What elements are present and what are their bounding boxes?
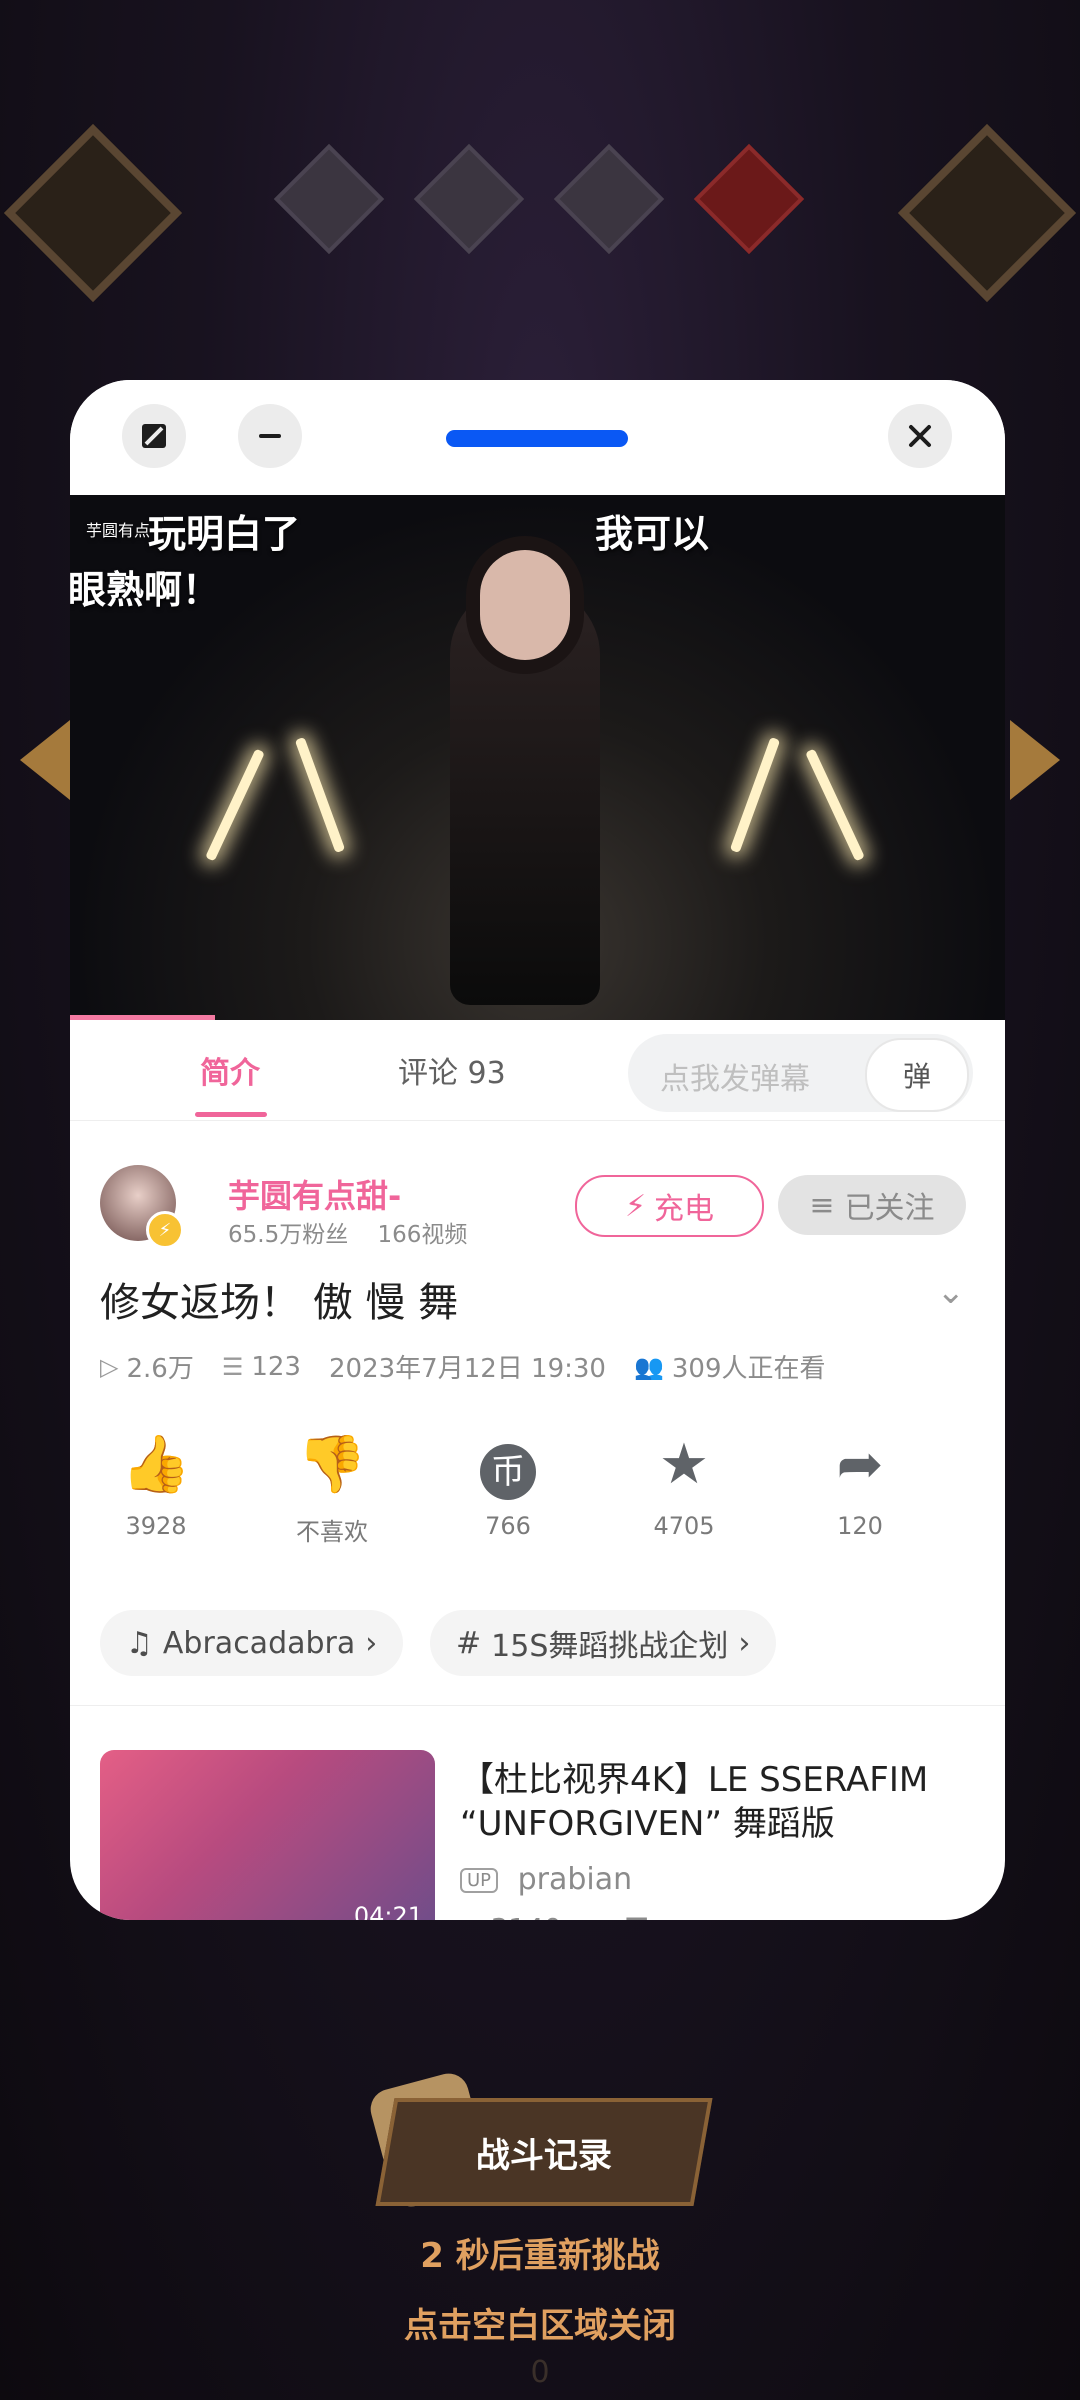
drag-handle[interactable] (446, 430, 628, 447)
close-icon (909, 425, 931, 447)
thumbs-up-icon: 👍 (121, 1432, 191, 1497)
topic-tag[interactable]: # 15S舞蹈挑战企划 › (430, 1610, 777, 1676)
danmaku-icon: 弹 (902, 1060, 931, 1093)
bottom-counter: 0 (530, 2355, 550, 2390)
recommended-video[interactable]: 04:21 【杜比视界4K】LE SSERAFIM “UNFORGIVEN” 舞… (100, 1750, 975, 1920)
chevron-right-icon: › (738, 1625, 751, 1661)
danmaku-text: 眼熟啊！ (70, 568, 221, 612)
danmaku-text: 玩明白了 (148, 512, 301, 556)
recommended-title[interactable]: 【杜比视界4K】LE SSERAFIM “UNFORGIVEN” 舞蹈版 (460, 1758, 980, 1846)
share-arrow-icon: ➦ (836, 1432, 884, 1497)
thumbs-down-icon: 👎 (297, 1432, 367, 1497)
chevron-down-icon[interactable]: ⌄ (937, 1272, 966, 1312)
video-watermark: 芋圆有点 (86, 521, 151, 540)
like-button[interactable]: 👍 3928 (86, 1430, 226, 1540)
share-count: 120 (837, 1512, 883, 1540)
view-count: ▷ 2.6万 (100, 1348, 194, 1385)
video-subject-head (480, 550, 570, 660)
dislike-button[interactable]: 👎 不喜欢 (262, 1430, 402, 1547)
music-note-icon: ♫ (126, 1625, 153, 1661)
tabs-row: 简介 评论 93 点我发弹幕 弹 (70, 1020, 1005, 1121)
danmaku-count-value: 123 (251, 1351, 301, 1382)
coin-button[interactable]: 币 766 (438, 1430, 578, 1540)
watching-count: 👥 309人正在看 (634, 1348, 826, 1385)
close-button[interactable] (888, 404, 952, 468)
tab-intro[interactable]: 简介 (200, 1048, 260, 1092)
danmaku-list-icon: ☰ (624, 1912, 649, 1920)
video-player[interactable]: 芋圆有点 玩明白了 我可以 眼熟啊！ (70, 495, 1005, 1020)
scene-light (805, 748, 865, 862)
like-count: 3928 (125, 1512, 187, 1540)
danmaku-input[interactable]: 点我发弹幕 弹 (628, 1034, 973, 1112)
divider (70, 1705, 1005, 1706)
uploader-name: prabian (517, 1862, 633, 1897)
charge-label: 充电 (654, 1192, 715, 1227)
scene-light (729, 736, 781, 854)
watching-count-value: 309人正在看 (671, 1354, 826, 1384)
video-thumbnail[interactable]: 04:21 (100, 1750, 435, 1920)
scene-light (205, 748, 265, 862)
recommended-stats: ▷ 3140 ☰ - (460, 1912, 668, 1920)
charge-button[interactable]: ⚡ 充电 (575, 1175, 764, 1237)
video-meta: ▷ 2.6万 ☰ 123 2023年7月12日 19:30 👥 309人正在看 (100, 1348, 826, 1385)
view-count-value: 2.6万 (126, 1354, 194, 1384)
tab-indicator (195, 1112, 267, 1117)
close-hint[interactable]: 点击空白区域关闭 (0, 2298, 1080, 2347)
follow-label: 已关注 (844, 1191, 935, 1226)
coin-count: 766 (485, 1512, 531, 1540)
recommended-danmaku: - (658, 1912, 668, 1920)
fullscreen-button[interactable] (122, 404, 186, 468)
retry-countdown: 2 秒后重新挑战 (420, 2236, 660, 2276)
coin-icon: 币 (480, 1444, 536, 1500)
star-icon: ★ (658, 1432, 710, 1497)
left-arrow-icon (20, 720, 70, 800)
lightning-badge-icon: ⚡ (146, 1211, 184, 1249)
danmaku-placeholder: 点我发弹幕 (660, 1062, 810, 1097)
video-count: 166视频 (377, 1222, 468, 1248)
play-icon: ▷ (460, 1912, 482, 1920)
dislike-label: 不喜欢 (296, 1518, 368, 1546)
recommended-uploader: UP prabian (460, 1862, 632, 1897)
menu-icon: ≡ (809, 1187, 835, 1223)
follower-count: 65.5万粉丝 (228, 1222, 349, 1248)
expand-icon (142, 424, 166, 448)
topic-tag-label: 15S舞蹈挑战企划 (491, 1629, 729, 1664)
publish-date: 2023年7月12日 19:30 (328, 1354, 606, 1384)
video-duration: 04:21 (353, 1902, 423, 1920)
author-name[interactable]: 芋圆有点甜- (228, 1171, 401, 1217)
tab-comments[interactable]: 评论 93 (398, 1048, 506, 1092)
danmaku-list-icon: ☰ (221, 1352, 244, 1381)
favorite-button[interactable]: ★ 4705 (614, 1430, 754, 1540)
people-icon: 👥 (633, 1352, 664, 1381)
recommended-views: 3140 (490, 1912, 561, 1920)
hashtag-icon: # (456, 1625, 482, 1661)
music-tag-label: Abracadabra (162, 1625, 356, 1661)
action-bar: 👍 3928 👎 不喜欢 币 766 ★ 4705 ➦ 120 (70, 1430, 1005, 1570)
battle-record-label: 战斗记录 (476, 2135, 612, 2176)
battle-record-button[interactable]: 战斗记录 (375, 2098, 713, 2206)
danmaku-text: 我可以 (595, 512, 710, 556)
scene-light (294, 736, 346, 854)
danmaku-count: ☰ 123 (222, 1348, 301, 1385)
play-icon: ▷ (100, 1352, 119, 1381)
chevron-right-icon: › (365, 1625, 378, 1661)
window-title-bar[interactable] (70, 380, 1005, 495)
floating-video-window: 芋圆有点 玩明白了 我可以 眼熟啊！ 简介 评论 93 点我发弹幕 弹 ⚡ 芋圆… (70, 380, 1005, 1920)
follow-button[interactable]: ≡ 已关注 (778, 1175, 966, 1235)
minimize-button[interactable] (238, 404, 302, 468)
author-stats: 65.5万粉丝 166视频 (228, 1215, 467, 1249)
danmaku-toggle-button[interactable]: 弹 (865, 1038, 969, 1112)
minus-icon (259, 434, 281, 438)
music-tag[interactable]: ♫ Abracadabra › (100, 1610, 404, 1676)
video-title: 修女返场！ 傲 慢 舞 (100, 1280, 459, 1326)
lightning-icon: ⚡ (624, 1188, 647, 1224)
right-arrow-icon (1010, 720, 1060, 800)
share-button[interactable]: ➦ 120 (790, 1430, 930, 1540)
up-badge: UP (460, 1868, 499, 1893)
favorite-count: 4705 (653, 1512, 715, 1540)
